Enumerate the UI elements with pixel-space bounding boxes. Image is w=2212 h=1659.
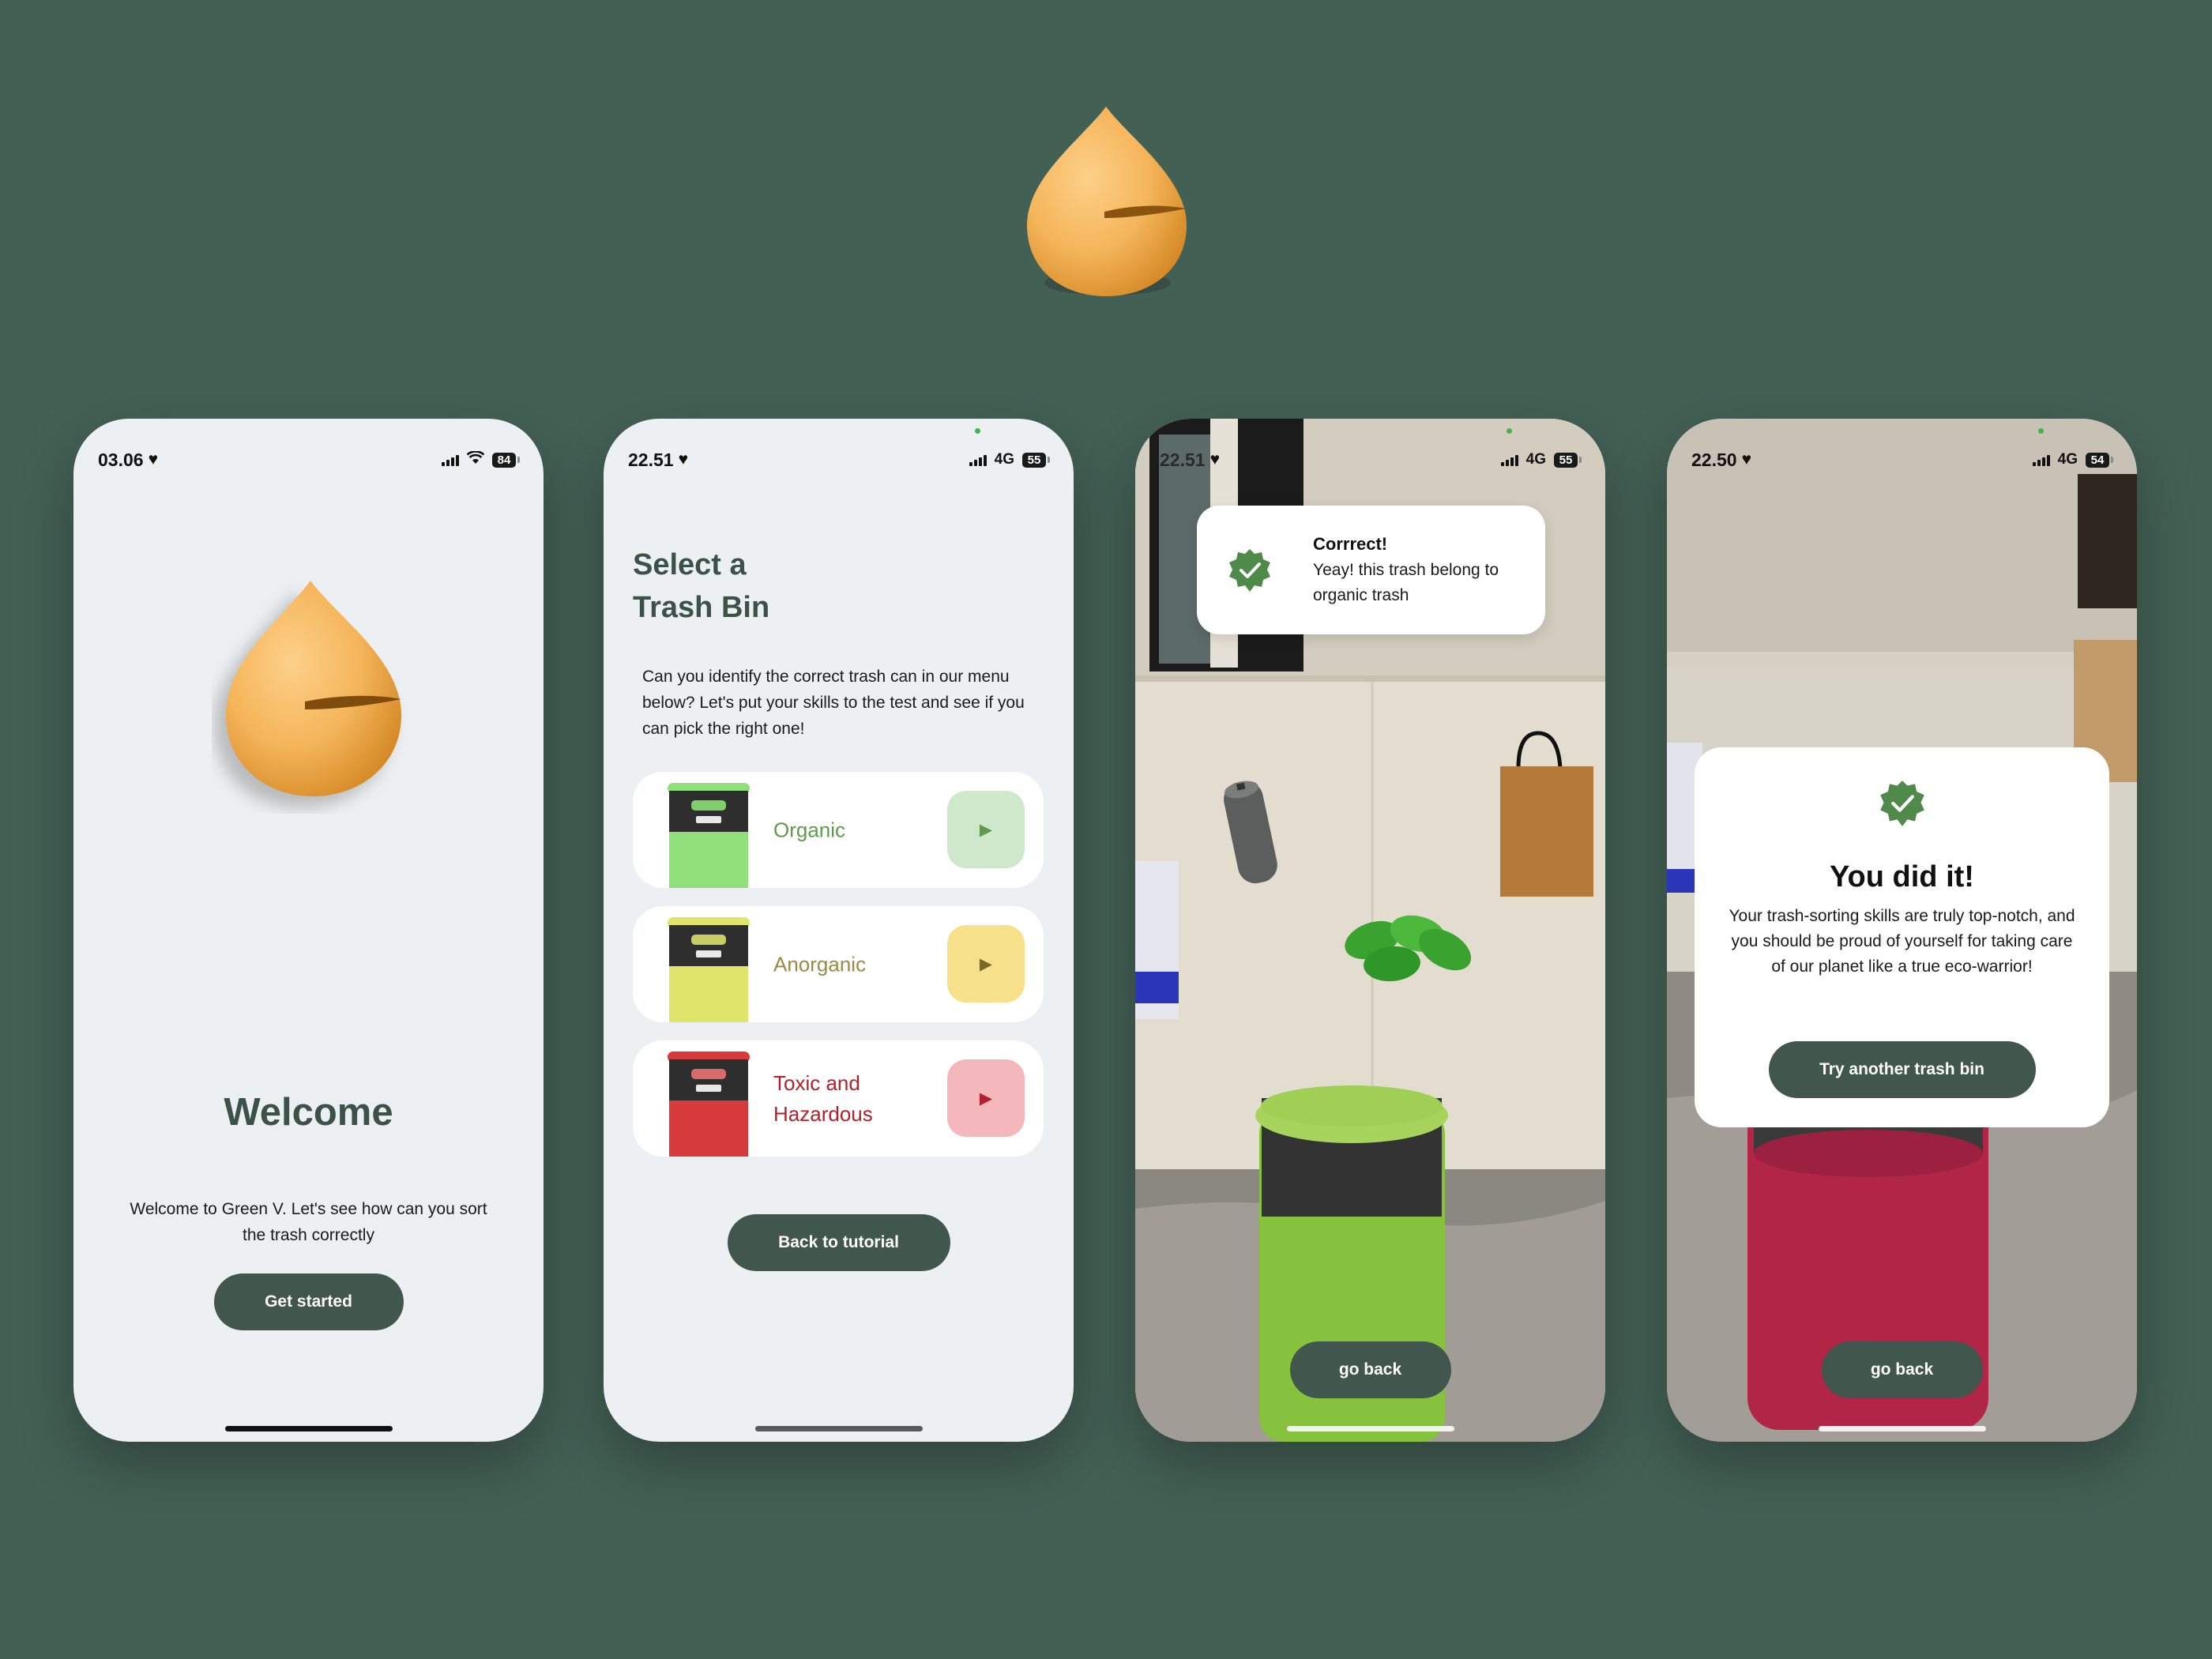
home-indicator xyxy=(754,1426,923,1431)
play-button-organic[interactable]: ▶ xyxy=(947,791,1025,868)
battery-cap xyxy=(1048,457,1050,463)
heart-icon: ♥ xyxy=(1209,450,1221,468)
status-bar: 22.51 ♥ 4G 55 xyxy=(1135,419,1605,482)
verified-check-icon xyxy=(1880,781,1924,826)
toast-message: Yeay! this trash belong to organic trash xyxy=(1313,561,1499,604)
orange-drop-logo-icon xyxy=(214,581,401,808)
home-indicator xyxy=(224,1426,393,1431)
bin-card-anorganic[interactable]: Anorganic ▶ xyxy=(633,906,1044,1022)
status-time: 22.51 xyxy=(1160,449,1206,470)
welcome-description: Welcome to Green V. Let's see how can yo… xyxy=(130,1200,487,1244)
modal-message: Your trash-sorting skills are truly top-… xyxy=(1729,907,2075,976)
status-bar: 22.51 ♥ 4G 55 xyxy=(604,419,1074,482)
signal-icon xyxy=(969,453,987,466)
status-time: 22.51 xyxy=(628,449,674,470)
play-icon: ▶ xyxy=(979,954,993,973)
signal-icon xyxy=(442,453,459,466)
home-indicator xyxy=(1286,1426,1454,1431)
battery-icon: 84 xyxy=(492,452,516,468)
status-time: 03.06 xyxy=(98,449,144,470)
play-button-toxic[interactable]: ▶ xyxy=(947,1059,1025,1137)
battery-cap xyxy=(2111,457,2113,463)
ar-success-screen: 22.50 ♥ 4G 54 You did it! Your trash-sor… xyxy=(1667,419,2137,1442)
bin-label-toxic: Toxic and Hazardous xyxy=(773,1070,873,1126)
play-icon: ▶ xyxy=(979,820,993,839)
showcase-canvas: 03.06 ♥ 84 Welcome Welcome to Green V. L… xyxy=(0,0,2212,1659)
status-bar: 22.50 ♥ 4G 54 xyxy=(1667,419,2137,482)
heart-icon: ♥ xyxy=(1741,450,1752,468)
page-title: Welcome xyxy=(224,1091,393,1134)
orange-drop-logo-icon xyxy=(1027,107,1187,296)
get-started-button[interactable]: Get started xyxy=(213,1273,404,1330)
try-another-bin-button[interactable]: Try another trash bin xyxy=(1768,1041,2036,1098)
success-modal: You did it! Your trash-sorting skills ar… xyxy=(1695,747,2109,1127)
title-line-2: Trash Bin xyxy=(633,591,770,624)
play-button-anorganic[interactable]: ▶ xyxy=(947,925,1025,1003)
title-line-1: Select a xyxy=(633,548,747,581)
modal-title: You did it! xyxy=(1830,860,1974,893)
signal-icon xyxy=(2032,453,2050,466)
bin-label-organic: Organic xyxy=(773,818,846,841)
home-indicator xyxy=(1818,1426,1986,1431)
battery-icon: 55 xyxy=(1022,452,1046,468)
battery-cap xyxy=(1579,457,1582,463)
battery-icon: 54 xyxy=(2086,452,2109,468)
wifi-icon xyxy=(466,450,485,469)
bin-card-toxic[interactable]: Toxic and Hazardous ▶ xyxy=(633,1040,1044,1157)
go-back-button[interactable]: go back xyxy=(1289,1341,1451,1398)
network-type: 4G xyxy=(1525,451,1546,468)
bin-label-anorganic: Anorganic xyxy=(773,952,867,976)
anorganic-bin-image xyxy=(668,917,750,1022)
heart-icon: ♥ xyxy=(678,450,689,468)
toxic-bin-image xyxy=(668,1051,750,1157)
organic-bin-image xyxy=(668,783,750,888)
verified-check-icon xyxy=(1229,549,1270,592)
status-bar: 03.06 ♥ 84 xyxy=(73,419,544,482)
ar-correct-screen: 22.51 ♥ 4G 55 Corrrect! Yeay! this trash… xyxy=(1135,419,1605,1442)
status-time: 22.50 xyxy=(1691,449,1737,470)
bin-card-organic[interactable]: Organic ▶ xyxy=(633,772,1044,888)
select-bin-screen: 22.51 ♥ 4G 55 Select a Trash Bin Can you… xyxy=(604,419,1074,1442)
go-back-button[interactable]: go back xyxy=(1821,1341,1983,1398)
page-title: Select a Trash Bin xyxy=(633,544,769,629)
play-icon: ▶ xyxy=(979,1089,993,1108)
battery-icon: 55 xyxy=(1554,452,1578,468)
page-description: Can you identify the correct trash can i… xyxy=(642,668,1025,738)
back-to-tutorial-button[interactable]: Back to tutorial xyxy=(727,1214,950,1271)
heart-icon: ♥ xyxy=(148,450,159,468)
battery-cap xyxy=(517,457,520,463)
toast-title: Corrrect! xyxy=(1313,534,1388,554)
signal-icon xyxy=(1500,453,1518,466)
network-type: 4G xyxy=(994,451,1014,468)
welcome-screen: 03.06 ♥ 84 Welcome Welcome to Green V. L… xyxy=(73,419,544,1442)
correct-toast: Corrrect! Yeay! this trash belong to org… xyxy=(1197,506,1545,634)
network-type: 4G xyxy=(2057,451,2078,468)
